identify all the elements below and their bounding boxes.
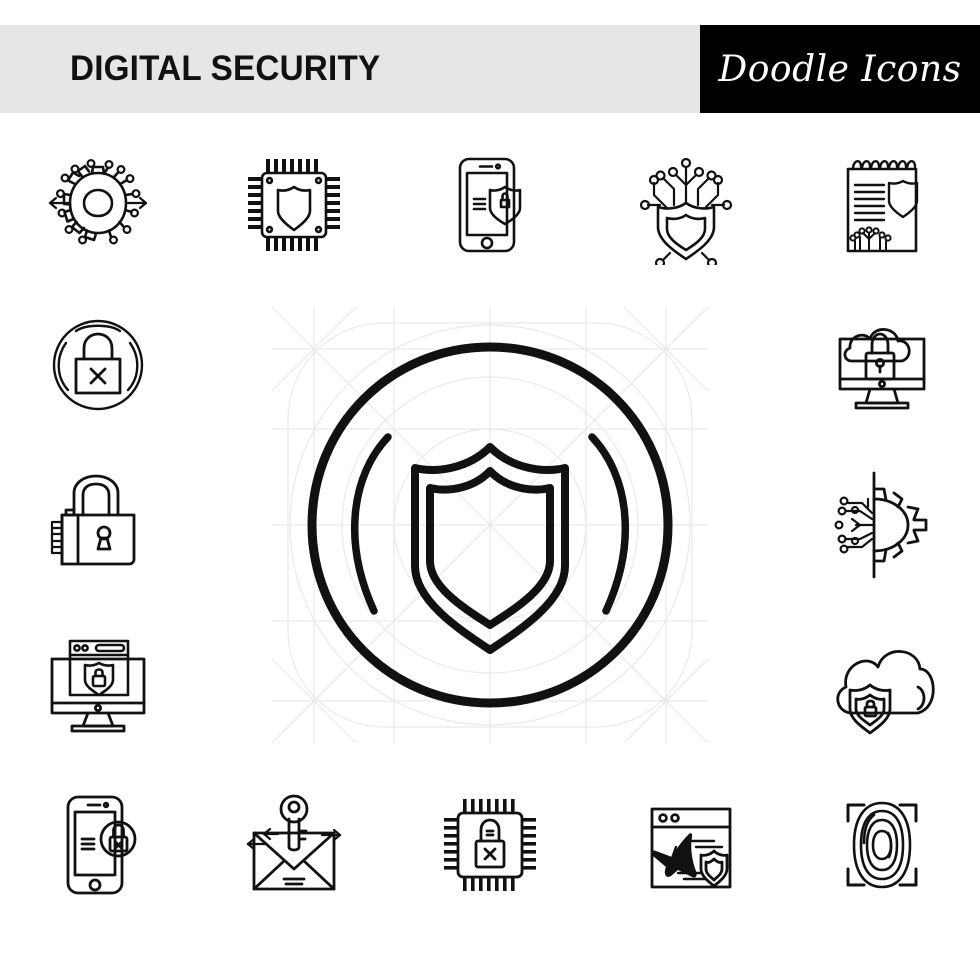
page-title: DIGITAL SECURITY <box>70 49 381 88</box>
brand-badge: Doodle Icons <box>700 25 980 113</box>
icon-cell-fingerprint-scan[interactable] <box>784 765 980 925</box>
cpu-padlock-cross-icon <box>444 799 536 891</box>
icon-cell-shield-circuit[interactable] <box>588 125 784 285</box>
envelope-key-icon <box>246 794 342 891</box>
gear-circuit-icon <box>48 159 148 245</box>
icon-cell-envelope-key[interactable] <box>196 765 392 925</box>
icon-cell-cloud-shield-lock[interactable] <box>784 605 980 765</box>
fingerprint-scan-icon <box>846 801 918 889</box>
icon-cell-browser-megaphone-shield[interactable] <box>588 765 784 925</box>
header-title-band: DIGITAL SECURITY <box>0 25 700 113</box>
icon-cell-half-gear-circuit[interactable] <box>784 445 980 605</box>
icon-cell-combination-padlock[interactable] <box>0 445 196 605</box>
icon-cell-smartphone-lock-badge[interactable] <box>0 765 196 925</box>
cpu-shield-icon <box>248 159 340 251</box>
shield-in-circle-icon <box>307 342 673 708</box>
notepad-shield-icon <box>846 160 919 253</box>
icon-cell-smartphone-shield-lock[interactable] <box>392 125 588 285</box>
icon-sheet: DIGITAL SECURITY Doodle Icons <box>0 0 980 980</box>
icon-cell-cpu-shield[interactable] <box>196 125 392 285</box>
smartphone-shield-lock-icon <box>458 157 522 253</box>
cloud-shield-lock-icon <box>836 650 935 735</box>
icon-cell-cpu-padlock-cross[interactable] <box>392 765 588 925</box>
smartphone-lock-badge-icon <box>66 795 137 895</box>
combination-padlock-icon <box>50 474 136 566</box>
brand-label: Doodle Icons <box>718 48 962 90</box>
browser-megaphone-shield-icon <box>650 807 732 889</box>
icon-cell-monitor-cloud-lock[interactable] <box>784 285 980 445</box>
icon-cell-monitor-browser-shield[interactable] <box>0 605 196 765</box>
half-gear-circuit-icon <box>834 471 928 579</box>
padlock-denied-circle-icon <box>52 319 144 411</box>
icon-cell-padlock-denied-circle[interactable] <box>0 285 196 445</box>
featured-icon-cell[interactable] <box>196 285 784 765</box>
icon-cell-notepad-shield[interactable] <box>784 125 980 285</box>
header-bar: DIGITAL SECURITY Doodle Icons <box>0 25 980 113</box>
icon-grid <box>0 125 980 965</box>
icon-cell-gear-circuit[interactable] <box>0 125 196 285</box>
shield-circuit-icon <box>639 157 733 265</box>
monitor-browser-shield-icon <box>50 639 146 733</box>
monitor-cloud-lock-icon <box>838 328 926 410</box>
